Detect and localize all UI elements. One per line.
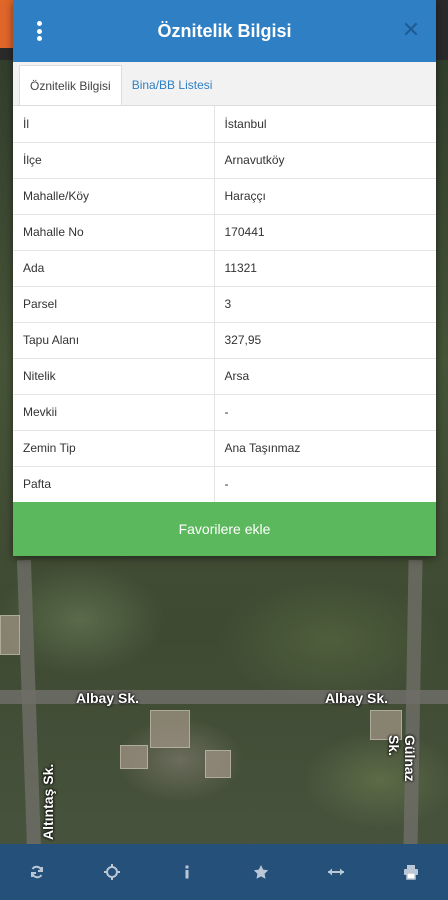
menu-dots-icon[interactable] [29,21,49,41]
bottom-toolbar [0,844,448,900]
attribute-key: Mahalle/Köy [13,178,215,215]
attribute-table: İl İstanbul İlçe Arnavutköy Mahalle/Köy Har… [13,106,436,503]
map-label-albay: Albay Sk. [325,690,389,706]
attribute-value: Ana Taşınmaz [214,430,436,467]
building [120,745,148,769]
dialog-header: Öznitelik Bilgisi ✕ [13,0,436,62]
attribute-value: İstanbul [214,106,436,143]
attribute-key: İlçe [13,142,215,179]
building [205,750,231,778]
attribute-value: 327,95 [214,322,436,359]
star-icon[interactable] [249,860,273,884]
app-accent [0,0,14,48]
attribute-key: Ada [13,250,215,287]
map-label-albay: Albay Sk. [76,690,140,706]
attribute-value: 3 [214,286,436,323]
map-label-altintas: Altıntaş Sk. [40,763,56,840]
road [16,559,42,851]
building [150,710,190,748]
attribute-value: Haraççı [214,178,436,215]
attribute-value: 170441 [214,214,436,251]
refresh-icon[interactable] [25,860,49,884]
attribute-value: Arsa [214,358,436,395]
attribute-dialog: Öznitelik Bilgisi ✕ Öznitelik Bilgisi Bi… [13,0,436,556]
table-row: İlçe Arnavutköy [13,142,436,179]
dialog-title: Öznitelik Bilgisi [157,20,292,41]
table-row: Nitelik Arsa [13,358,436,395]
table-row: Mahalle/Köy Haraççı [13,178,436,215]
table-row: Zemin Tip Ana Taşınmaz [13,430,436,467]
attribute-value: Arnavutköy [214,142,436,179]
table-row: Ada 11321 [13,250,436,287]
table-row: Mahalle No 170441 [13,214,436,251]
table-row: Pafta - [13,466,436,503]
table-row: Mevkii - [13,394,436,431]
attribute-key: Zemin Tip [13,430,215,467]
measure-icon[interactable] [324,860,348,884]
info-icon[interactable] [175,860,199,884]
map-label-gulnaz: Gülnaz Sk. [386,735,418,782]
building [0,615,20,655]
close-icon[interactable]: ✕ [400,19,422,41]
attribute-key: Tapu Alanı [13,322,215,359]
tab-building-list[interactable]: Bina/BB Listesi [122,65,223,105]
table-row: Parsel 3 [13,286,436,323]
attribute-key: Pafta [13,466,215,503]
attribute-value: - [214,394,436,431]
attribute-key: İl [13,106,215,143]
attribute-value: 11321 [214,250,436,287]
attribute-key: Nitelik [13,358,215,395]
add-favorite-button[interactable]: Favorilere ekle [13,502,436,556]
print-icon[interactable] [399,860,423,884]
table-row: Tapu Alanı 327,95 [13,322,436,359]
attribute-value: - [214,466,436,503]
tab-attributes[interactable]: Öznitelik Bilgisi [19,65,122,105]
attribute-key: Mahalle No [13,214,215,251]
attribute-key: Mevkii [13,394,215,431]
road [403,559,423,851]
attribute-key: Parsel [13,286,215,323]
tab-bar: Öznitelik Bilgisi Bina/BB Listesi [13,62,436,106]
table-row: İl İstanbul [13,106,436,143]
locate-icon[interactable] [100,860,124,884]
